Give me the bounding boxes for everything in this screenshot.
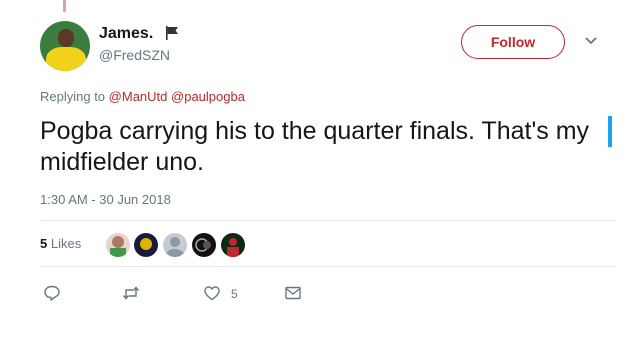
likes-label: Likes: [50, 236, 82, 251]
replying-to: Replying to @ManUtd @paulpogba: [40, 89, 245, 104]
thread-connector: [63, 0, 66, 12]
tweet-text: Pogba carrying his to the quarter finals…: [40, 117, 590, 176]
divider: [40, 266, 615, 267]
tweet-timestamp[interactable]: 1:30 AM - 30 Jun 2018: [40, 192, 171, 207]
avatar[interactable]: [40, 21, 90, 71]
heart-icon[interactable]: [203, 284, 221, 302]
liker-avatar[interactable]: [106, 233, 130, 257]
liker-avatar[interactable]: [221, 233, 245, 257]
liker-avatar[interactable]: [192, 233, 216, 257]
text-cursor-marker: [608, 116, 612, 147]
avatar-face: [58, 29, 74, 47]
follow-button[interactable]: Follow: [461, 25, 565, 59]
liker-avatar[interactable]: [163, 233, 187, 257]
envelope-icon[interactable]: [284, 284, 302, 302]
user-handle[interactable]: @FredSZN: [99, 47, 170, 63]
retweet-icon[interactable]: [122, 284, 140, 302]
likes-number: 5: [40, 236, 48, 251]
mention-link[interactable]: @ManUtd: [109, 89, 168, 104]
likes-count[interactable]: 5 Likes: [40, 236, 81, 251]
display-name[interactable]: James.: [99, 25, 153, 43]
flag-icon: [166, 26, 178, 40]
mention-link[interactable]: @paulpogba: [171, 89, 245, 104]
divider: [40, 220, 615, 221]
replying-to-label: Replying to: [40, 89, 106, 104]
liker-avatar[interactable]: [134, 233, 158, 257]
avatar-shirt: [46, 47, 86, 71]
chevron-down-icon[interactable]: [584, 36, 598, 46]
like-count: 5: [231, 287, 238, 301]
reply-icon[interactable]: [43, 284, 61, 302]
